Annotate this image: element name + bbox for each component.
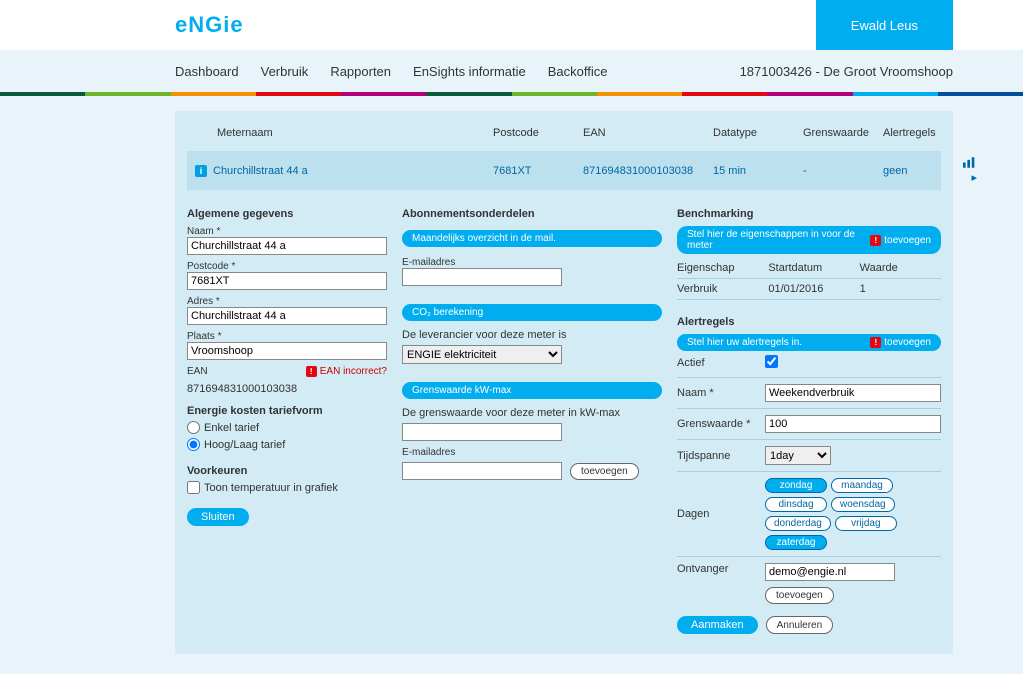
postcode-input[interactable]: [187, 272, 387, 290]
bench-toevoegen[interactable]: !toevoegen: [870, 235, 931, 246]
email2-label: E-mailadres: [402, 447, 662, 458]
postcode-label: Postcode: [187, 261, 387, 272]
nav-ensights[interactable]: EnSights informatie: [413, 64, 526, 79]
th-alertregels: Alertregels: [877, 127, 957, 139]
gw-pill: Grenswaarde kW-max: [402, 382, 662, 399]
row-ean: 871694831000103038: [577, 165, 707, 177]
enkel-tarief-radio[interactable]: [187, 421, 200, 434]
bench-r-startdatum: 01/01/2016: [768, 283, 849, 295]
bench-r-waarde: 1: [860, 283, 941, 295]
toon-temp-label: Toon temperatuur in grafiek: [204, 482, 338, 494]
alert-toevoegen[interactable]: !toevoegen: [870, 337, 931, 348]
days-group: zondag maandag dinsdag woensdagdonderdag vri…: [765, 478, 941, 550]
adres-input[interactable]: [187, 307, 387, 325]
alert-pill-text: Stel hier uw alertregels in.: [687, 337, 802, 348]
email2-input[interactable]: [402, 462, 562, 480]
day-zondag[interactable]: zondag: [765, 478, 827, 493]
alert-naam-input[interactable]: [765, 384, 941, 402]
rainbow-divider: [0, 92, 1023, 96]
general-title: Algemene gegevens: [187, 208, 387, 220]
th-postcode: Postcode: [487, 127, 577, 139]
bench-title: Benchmarking: [677, 208, 941, 220]
tijdspanne-label: Tijdspanne: [677, 450, 757, 462]
bench-pill-text: Stel hier de eigenschappen in voor de me…: [687, 229, 870, 251]
email-label: E-mailadres: [402, 257, 662, 268]
row-postcode: 7681XT: [487, 165, 577, 177]
th-meternaam: Meternaam: [187, 127, 487, 139]
ean-value: 871694831000103038: [187, 383, 387, 395]
row-grenswaarde: -: [797, 165, 877, 177]
abon-pill: Maandelijks overzicht in de mail.: [402, 230, 662, 247]
bench-h-waarde: Waarde: [860, 262, 941, 274]
actief-label: Actief: [677, 357, 757, 369]
hooglaag-tarief-radio[interactable]: [187, 438, 200, 451]
main-nav: Dashboard Verbruik Rapporten EnSights in…: [175, 64, 608, 79]
alert-pill: Stel hier uw alertregels in. !toevoegen: [677, 334, 941, 351]
row-alert: geen: [877, 165, 957, 177]
co2-pill: CO₂ berekening: [402, 304, 662, 321]
th-grenswaarde: Grenswaarde: [797, 127, 877, 139]
th-ean: EAN: [577, 127, 707, 139]
ean-incorrect-link[interactable]: !EAN incorrect?: [306, 366, 387, 377]
plaats-label: Plaats: [187, 331, 387, 342]
aanmaken-button[interactable]: Aanmaken: [677, 616, 758, 634]
alert-title: Alertregels: [677, 316, 941, 328]
abon-title: Abonnementsonderdelen: [402, 208, 662, 220]
day-donderdag[interactable]: donderdag: [765, 516, 831, 531]
toon-temp-checkbox[interactable]: [187, 481, 200, 494]
day-zaterdag[interactable]: zaterdag: [765, 535, 827, 550]
voorkeuren-title: Voorkeuren: [187, 465, 387, 477]
bench-pill: Stel hier de eigenschappen in voor de me…: [677, 226, 941, 254]
day-vrijdag[interactable]: vrijdag: [835, 516, 897, 531]
ontvanger-input[interactable]: [765, 563, 895, 581]
toevoegen-button[interactable]: toevoegen: [570, 463, 639, 480]
email-input[interactable]: [402, 268, 562, 286]
user-name-badge[interactable]: Ewald Leus: [816, 0, 953, 50]
ean-label: EAN: [187, 366, 208, 377]
enkel-tarief-label: Enkel tarief: [204, 422, 259, 434]
nav-dashboard[interactable]: Dashboard: [175, 64, 239, 79]
hooglaag-tarief-label: Hoog/Laag tarief: [204, 439, 285, 451]
day-maandag[interactable]: maandag: [831, 478, 893, 493]
alert-gw-input[interactable]: [765, 415, 941, 433]
plaats-input[interactable]: [187, 342, 387, 360]
meter-table-header: Meternaam Postcode EAN Datatype Grenswaa…: [187, 119, 941, 151]
leverancier-text: De leverancier voor deze meter is: [402, 329, 662, 341]
alert-gw-label: Grenswaarde *: [677, 418, 757, 430]
bench-h-eigenschap: Eigenschap: [677, 262, 758, 274]
row-datatype: 15 min: [707, 165, 797, 177]
gw-text: De grenswaarde voor deze meter in kW-max: [402, 407, 662, 419]
row-meternaam: Churchillstraat 44 a: [213, 165, 308, 177]
nav-verbruik[interactable]: Verbruik: [261, 64, 309, 79]
account-label: 1871003426 - De Groot Vroomshoop: [740, 64, 953, 79]
nav-rapporten[interactable]: Rapporten: [330, 64, 391, 79]
chart-icon[interactable]: [963, 159, 977, 171]
adres-label: Adres: [187, 296, 387, 307]
actief-checkbox[interactable]: [765, 355, 778, 368]
tarief-title: Energie kosten tariefvorm: [187, 405, 387, 417]
bench-r-eigenschap: Verbruik: [677, 283, 758, 295]
info-icon: i: [195, 165, 207, 177]
meter-row[interactable]: i Churchillstraat 44 a 7681XT 8716948310…: [187, 151, 941, 190]
annuleren-button[interactable]: Annuleren: [766, 616, 834, 634]
sluiten-button[interactable]: Sluiten: [187, 508, 249, 526]
day-dinsdag[interactable]: dinsdag: [765, 497, 827, 512]
nav-backoffice[interactable]: Backoffice: [548, 64, 608, 79]
brand-logo: eNGie: [175, 12, 244, 38]
chevron-right-icon[interactable]: ▸: [971, 172, 977, 184]
ontvanger-label: Ontvanger: [677, 563, 757, 575]
bench-row[interactable]: Verbruik 01/01/2016 1: [677, 279, 941, 300]
leverancier-select[interactable]: ENGIE elektriciteit: [402, 345, 562, 364]
bench-h-startdatum: Startdatum: [768, 262, 849, 274]
alert-naam-label: Naam *: [677, 387, 757, 399]
naam-input[interactable]: [187, 237, 387, 255]
ontvanger-toevoegen-button[interactable]: toevoegen: [765, 587, 834, 604]
naam-label: Naam: [187, 226, 387, 237]
dagen-label: Dagen: [677, 508, 757, 520]
day-woensdag[interactable]: woensdag: [831, 497, 895, 512]
th-datatype: Datatype: [707, 127, 797, 139]
tijdspanne-select[interactable]: 1day: [765, 446, 831, 465]
gw-input[interactable]: [402, 423, 562, 441]
